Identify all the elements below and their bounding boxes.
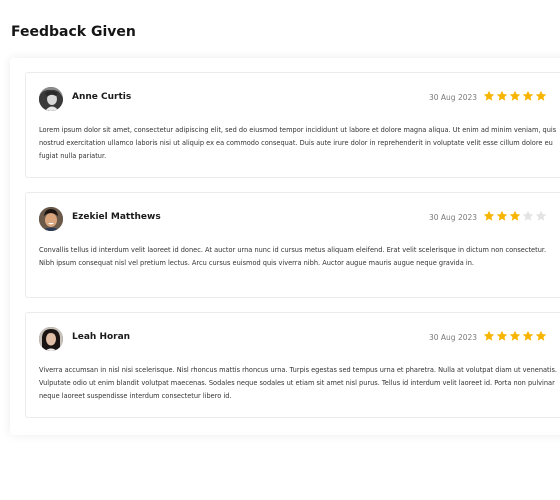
review-card: Anne Curtis 30 Aug 2023 Lorem ipsum dolo… (25, 72, 560, 178)
review-card: Leah Horan 30 Aug 2023 Viverra accumsan … (25, 312, 560, 418)
review-text: Lorem ipsum dolor sit amet, consectetur … (39, 126, 557, 160)
star-filled-icon (509, 330, 521, 341)
star-filled-icon (522, 330, 534, 341)
avatar-woman-grayscale-icon (39, 87, 63, 111)
star-rating (483, 90, 547, 104)
star-filled-icon (483, 90, 495, 101)
star-filled-icon (522, 90, 534, 101)
star-empty-icon (522, 210, 534, 221)
feedback-page: Feedback Given Anne Curtis 30 Aug 2023 L… (0, 0, 560, 500)
star-filled-icon (509, 90, 521, 101)
feedback-list-card: Anne Curtis 30 Aug 2023 Lorem ipsum dolo… (10, 58, 560, 435)
star-filled-icon (496, 330, 508, 341)
star-filled-icon (535, 90, 547, 101)
star-filled-icon (483, 330, 495, 341)
avatar-man-smiling-icon (39, 207, 63, 231)
star-rating (483, 330, 547, 344)
review-date: 30 Aug 2023 (429, 93, 478, 102)
reviewer-avatar (39, 207, 63, 231)
review-card: Ezekiel Matthews 30 Aug 2023 Convallis t… (25, 192, 560, 298)
reviewer-avatar (39, 87, 63, 111)
review-date: 30 Aug 2023 (429, 333, 478, 342)
review-text: Viverra accumsan in nisl nisi scelerisqu… (39, 366, 558, 400)
reviewer-avatar (39, 327, 63, 351)
star-filled-icon (535, 330, 547, 341)
star-filled-icon (509, 210, 521, 221)
avatar-woman-dark-hair-icon (39, 327, 63, 351)
star-filled-icon (496, 210, 508, 221)
star-filled-icon (483, 210, 495, 221)
review-text: Convallis tellus id interdum velit laore… (39, 246, 547, 267)
page-title: Feedback Given (11, 24, 136, 40)
star-empty-icon (535, 210, 547, 221)
reviewer-name: Anne Curtis (72, 92, 132, 102)
review-date: 30 Aug 2023 (429, 213, 478, 222)
star-filled-icon (496, 90, 508, 101)
reviewer-name: Ezekiel Matthews (72, 212, 161, 222)
star-rating (483, 210, 547, 224)
reviewer-name: Leah Horan (72, 332, 131, 342)
